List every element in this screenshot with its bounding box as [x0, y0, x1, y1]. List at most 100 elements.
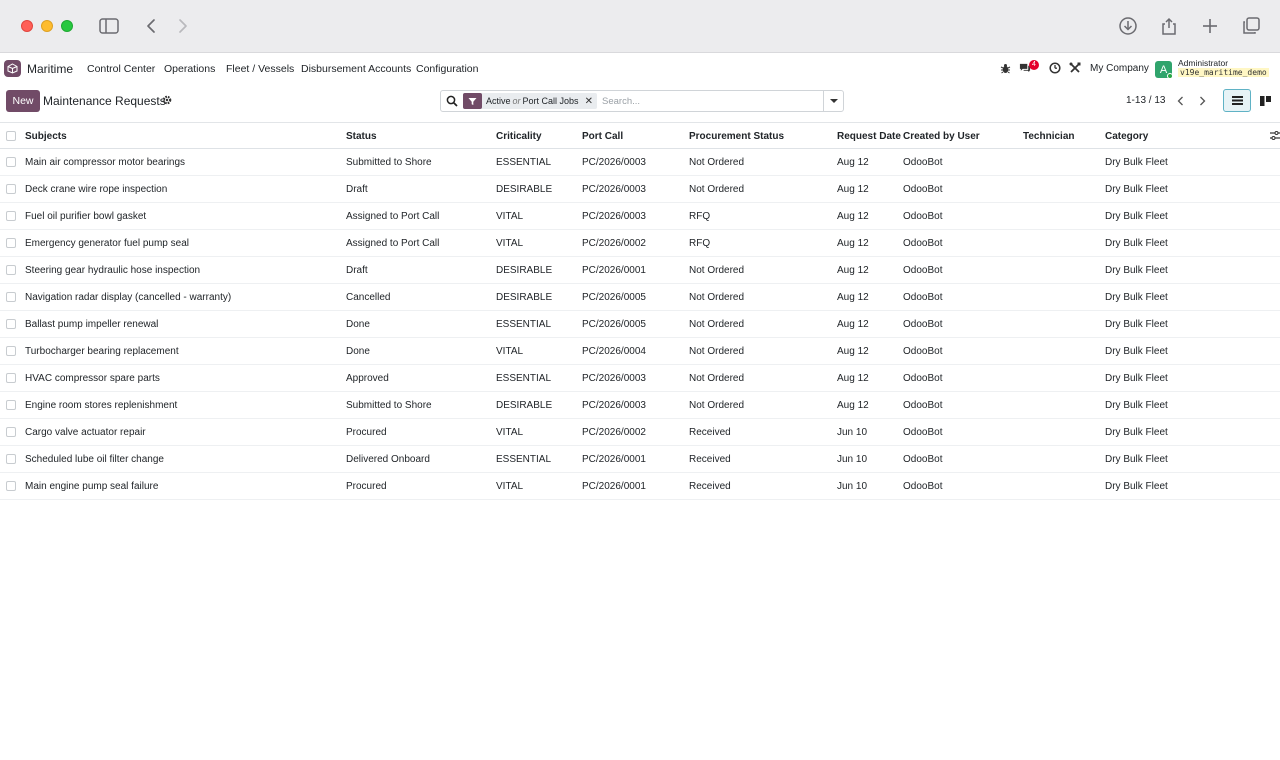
procurement-status-cell: Not Ordered: [689, 157, 745, 168]
menu-operations[interactable]: Operations: [164, 63, 215, 75]
created-by-cell: OdooBot: [903, 265, 943, 276]
criticality-cell: ESSENTIAL: [496, 454, 552, 465]
row-checkbox[interactable]: [6, 292, 16, 302]
menu-fleet-vessels[interactable]: Fleet / Vessels: [226, 63, 294, 75]
procurement-status-cell: Not Ordered: [689, 319, 745, 330]
kanban-view-icon[interactable]: [1251, 89, 1279, 112]
search-bar[interactable]: Active or Port Call Jobs ✕: [440, 90, 844, 112]
close-icon[interactable]: ✕: [583, 96, 597, 107]
sidebar-icon[interactable]: [97, 14, 121, 38]
table-row[interactable]: Main air compressor motor bearings Submit…: [0, 149, 1280, 176]
row-checkbox[interactable]: [6, 400, 16, 410]
search-input[interactable]: [602, 93, 822, 109]
row-checkbox[interactable]: [6, 157, 16, 167]
column-header-status[interactable]: Status: [346, 131, 377, 142]
column-options-icon[interactable]: [1270, 131, 1280, 143]
row-checkbox[interactable]: [6, 319, 16, 329]
row-checkbox[interactable]: [6, 427, 16, 437]
new-button[interactable]: New: [6, 90, 40, 112]
table-row[interactable]: Scheduled lube oil filter change Delivere…: [0, 446, 1280, 473]
gear-icon[interactable]: [162, 95, 172, 108]
row-checkbox[interactable]: [6, 373, 16, 383]
subject-cell: Fuel oil purifier bowl gasket: [25, 211, 147, 222]
column-header-request-date[interactable]: Request Date: [837, 131, 901, 142]
created-by-cell: OdooBot: [903, 319, 943, 330]
table-row[interactable]: Steering gear hydraulic hose inspection D…: [0, 257, 1280, 284]
zoom-window-button[interactable]: [61, 20, 73, 32]
new-tab-icon[interactable]: [1198, 14, 1222, 38]
table-row[interactable]: Emergency generator fuel pump seal Assign…: [0, 230, 1280, 257]
row-checkbox[interactable]: [6, 184, 16, 194]
forward-icon[interactable]: [171, 14, 195, 38]
port-call-cell: PC/2026/0002: [582, 427, 646, 438]
status-cell: Approved: [346, 373, 389, 384]
avatar-initial: A: [1159, 63, 1168, 76]
search-icon[interactable]: [446, 95, 459, 108]
table-row[interactable]: Engine room stores replenishment Submitte…: [0, 392, 1280, 419]
procurement-status-cell: Received: [689, 454, 731, 465]
list-view-icon[interactable]: [1223, 89, 1251, 112]
close-window-button[interactable]: [21, 20, 33, 32]
menu-disbursement-accounts[interactable]: Disbursement Accounts: [301, 63, 411, 75]
criticality-cell: VITAL: [496, 211, 524, 222]
column-header-port-call[interactable]: Port Call: [582, 131, 623, 142]
subject-cell: Steering gear hydraulic hose inspection: [25, 265, 201, 276]
select-all-checkbox[interactable]: [6, 131, 16, 141]
pager-value[interactable]: 1-13 / 13: [1126, 95, 1165, 106]
table-row[interactable]: Deck crane wire rope inspection Draft DESI…: [0, 176, 1280, 203]
request-date-cell: Aug 12: [837, 184, 869, 195]
created-by-cell: OdooBot: [903, 373, 943, 384]
presence-status-dot: [1167, 73, 1173, 79]
table-row[interactable]: Fuel oil purifier bowl gasket Assigned to…: [0, 203, 1280, 230]
row-checkbox[interactable]: [6, 238, 16, 248]
tabs-icon[interactable]: [1239, 14, 1263, 38]
row-checkbox[interactable]: [6, 265, 16, 275]
maritime-app-icon[interactable]: [4, 60, 21, 77]
status-cell: Cancelled: [346, 292, 391, 303]
column-header-procurement-status[interactable]: Procurement Status: [689, 131, 784, 142]
pager-next-icon[interactable]: [1192, 91, 1212, 111]
table-row[interactable]: Main engine pump seal failure Procured VIT…: [0, 473, 1280, 500]
row-checkbox[interactable]: [6, 481, 16, 491]
table-row[interactable]: Cargo valve actuator repair Procured VITAL…: [0, 419, 1280, 446]
table-row[interactable]: Navigation radar display (cancelled - wa…: [0, 284, 1280, 311]
subject-cell: Engine room stores replenishment: [25, 400, 178, 411]
criticality-cell: VITAL: [496, 346, 524, 357]
subject-cell: HVAC compressor spare parts: [25, 373, 160, 384]
category-cell: Dry Bulk Fleet: [1105, 481, 1168, 492]
table-body: Main air compressor motor bearings Submit…: [0, 149, 1280, 500]
notification-badge: 4: [1029, 60, 1039, 70]
created-by-cell: OdooBot: [903, 427, 943, 438]
menu-configuration[interactable]: Configuration: [416, 63, 478, 75]
created-by-cell: OdooBot: [903, 157, 943, 168]
row-checkbox[interactable]: [6, 454, 16, 464]
menu-control-center[interactable]: Control Center: [87, 63, 155, 75]
download-icon[interactable]: [1116, 14, 1140, 38]
table-row[interactable]: Ballast pump impeller renewal Done ESSENTI…: [0, 311, 1280, 338]
main-navbar: Maritime Control Center Operations Fleet…: [0, 54, 1280, 83]
clock-icon[interactable]: [1049, 62, 1061, 74]
bug-icon[interactable]: [999, 62, 1011, 74]
caret-down-icon[interactable]: [823, 91, 843, 111]
pager-previous-icon[interactable]: [1170, 91, 1190, 111]
created-by-cell: OdooBot: [903, 238, 943, 249]
status-cell: Done: [346, 319, 370, 330]
row-checkbox[interactable]: [6, 346, 16, 356]
share-icon[interactable]: [1157, 14, 1181, 38]
column-header-technician[interactable]: Technician: [1023, 131, 1075, 142]
company-switcher[interactable]: My Company: [1090, 63, 1149, 74]
table-row[interactable]: Turbocharger bearing replacement Done VITA…: [0, 338, 1280, 365]
app-name[interactable]: Maritime: [27, 62, 73, 76]
user-name[interactable]: Administrator: [1178, 58, 1228, 68]
column-header-created-by-user[interactable]: Created by User: [903, 131, 980, 142]
tools-icon[interactable]: [1069, 62, 1081, 74]
row-checkbox[interactable]: [6, 211, 16, 221]
column-header-subjects[interactable]: Subjects: [25, 131, 67, 142]
column-header-criticality[interactable]: Criticality: [496, 131, 542, 142]
back-icon[interactable]: [139, 14, 163, 38]
table-row[interactable]: HVAC compressor spare parts Approved ESSEN…: [0, 365, 1280, 392]
column-header-category[interactable]: Category: [1105, 131, 1148, 142]
facet-values: Active or Port Call Jobs: [482, 96, 583, 106]
request-date-cell: Aug 12: [837, 319, 869, 330]
minimize-window-button[interactable]: [41, 20, 53, 32]
